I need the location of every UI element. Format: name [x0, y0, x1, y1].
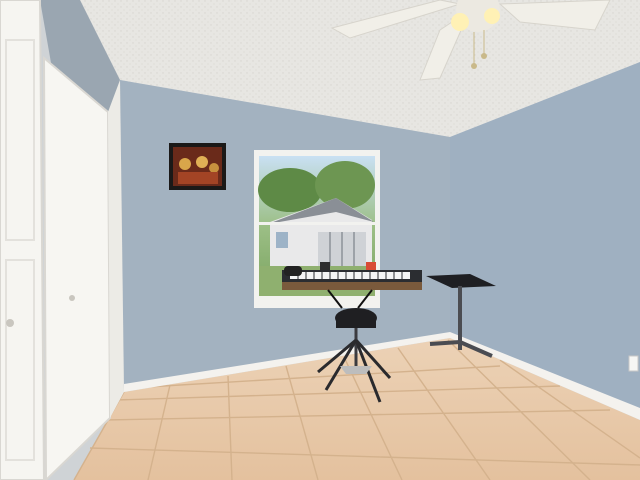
room-photo: [0, 0, 640, 480]
room-illustration: [0, 0, 640, 480]
outlet-icon: [628, 355, 639, 372]
framed-picture-icon: [169, 143, 226, 190]
